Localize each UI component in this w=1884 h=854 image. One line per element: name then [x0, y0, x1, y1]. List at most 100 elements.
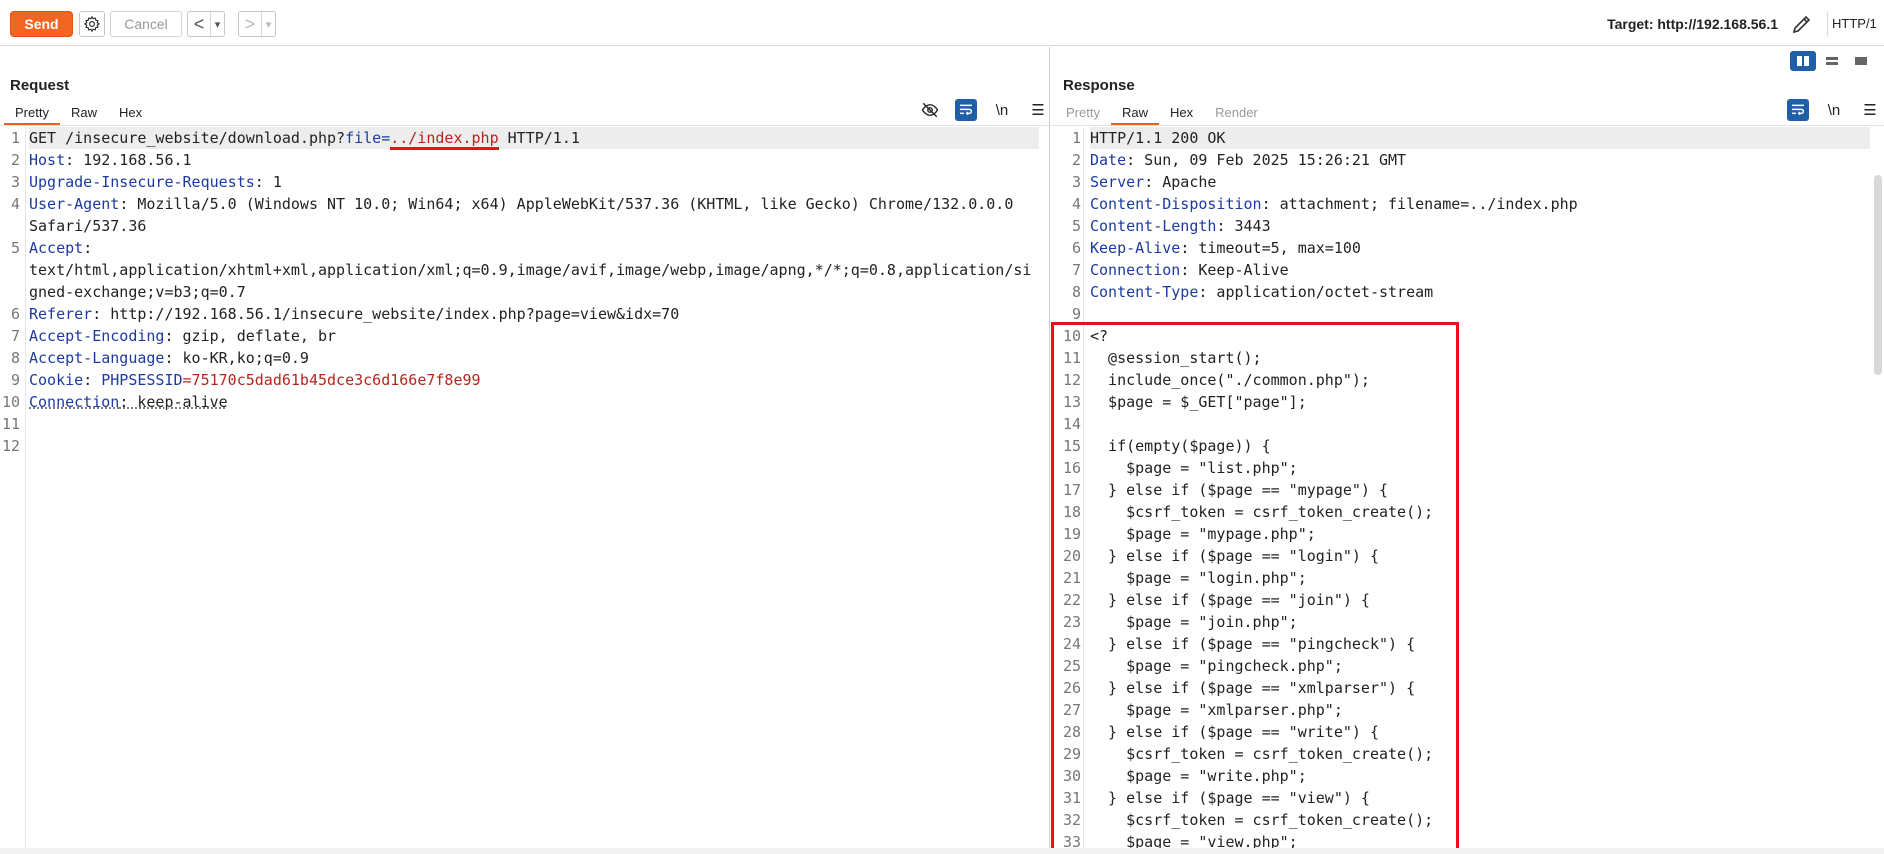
code-text: $page = $_GET["page"]; — [1090, 393, 1307, 411]
request-line-path: GET /insecure_website/download.php? — [29, 129, 346, 147]
response-title: Response — [1063, 77, 1135, 94]
response-menu-button[interactable]: ☰ — [1859, 99, 1881, 121]
header-value: : ko-KR,ko;q=0.9 — [164, 349, 309, 367]
code-line: 23 $page = "join.php"; — [1051, 611, 1884, 633]
request-editor-tools: \n ☰ — [919, 99, 1049, 121]
single-pane-icon — [1855, 57, 1867, 65]
request-line: 12 — [0, 435, 1049, 457]
line-text: Referer: http://192.168.56.1/insecure_we… — [29, 303, 679, 325]
line-number: 23 — [1062, 613, 1081, 631]
code-text: @session_start(); — [1090, 349, 1262, 367]
tab-hex[interactable]: Hex — [1159, 103, 1204, 125]
layout-side-by-side-button[interactable] — [1790, 51, 1816, 71]
edit-target-button[interactable] — [1790, 12, 1814, 36]
request-line-wrap: gned-exchange;v=b3;q=0.7 — [0, 281, 1049, 303]
line-number: 10 — [1, 393, 20, 411]
code-line: 11 @session_start(); — [1051, 347, 1884, 369]
cookie-value: =75170c5dad61b45dce3c6d166e7f8e99 — [182, 371, 481, 389]
code-line: 21 $page = "login.php"; — [1051, 567, 1884, 589]
code-line: 16 $page = "list.php"; — [1051, 457, 1884, 479]
horizontal-scrollbar[interactable] — [0, 848, 1884, 854]
header-name: Content-Length — [1090, 217, 1217, 235]
response-scrollbar[interactable] — [1874, 175, 1882, 375]
header-name: User-Agent — [29, 195, 120, 213]
header-value: : 3443 — [1216, 217, 1271, 235]
wrap-icon — [1792, 104, 1805, 116]
code-text: } else if ($page == "mypage") { — [1090, 481, 1389, 499]
line-number: 25 — [1062, 657, 1081, 675]
line-number: 15 — [1062, 437, 1081, 455]
show-newlines-button[interactable]: \n — [1823, 99, 1845, 121]
line-text: Accept-Encoding: gzip, deflate, br — [29, 325, 336, 347]
wrap-lines-button[interactable] — [1787, 99, 1809, 121]
header-value-continuation: text/html,application/xhtml+xml,applicat… — [29, 261, 1032, 279]
protocol-label[interactable]: HTTP/1 — [1832, 16, 1882, 31]
request-menu-button[interactable]: ☰ — [1027, 99, 1049, 121]
header-value: : http://192.168.56.1/insecure_website/i… — [92, 305, 680, 323]
request-pane: Request Pretty Raw Hex \n ☰ 1 GET /insec… — [0, 47, 1050, 854]
tab-pretty[interactable]: Pretty — [1055, 103, 1111, 125]
response-line: 4 Content-Disposition: attachment; filena… — [1051, 193, 1884, 215]
request-line: 1 GET /insecure_website/download.php?fil… — [0, 127, 1049, 150]
show-newlines-button[interactable]: \n — [991, 99, 1013, 121]
request-line: 10 Connection: keep-alive — [0, 391, 1049, 413]
response-editor[interactable]: 1 HTTP/1.1 200 OK 2 Date: Sun, 09 Feb 202… — [1051, 127, 1884, 854]
code-line: 13 $page = $_GET["page"]; — [1051, 391, 1884, 413]
forward-history-dropdown[interactable]: ▾ — [261, 12, 275, 36]
line-number: 9 — [1071, 305, 1081, 323]
tab-pretty[interactable]: Pretty — [4, 103, 60, 125]
cookie-name: PHPSESSID — [101, 371, 183, 389]
request-line: 8 Accept-Language: ko-KR,ko;q=0.9 — [0, 347, 1049, 369]
layout-stacked-button[interactable] — [1819, 51, 1845, 71]
line-number: 6 — [10, 305, 20, 323]
line-number: 21 — [1062, 569, 1081, 587]
code-text: } else if ($page == "pingcheck") { — [1090, 635, 1416, 653]
line-number: 4 — [10, 195, 20, 213]
layout-toggle-group — [1790, 51, 1874, 71]
request-editor[interactable]: 1 GET /insecure_website/download.php?fil… — [0, 127, 1049, 854]
line-number: 18 — [1062, 503, 1081, 521]
response-line: 2 Date: Sun, 09 Feb 2025 15:26:21 GMT — [1051, 149, 1884, 171]
response-line: 7 Connection: Keep-Alive — [1051, 259, 1884, 281]
code-line: 19 $page = "mypage.php"; — [1051, 523, 1884, 545]
code-text: $page = "pingcheck.php"; — [1090, 657, 1343, 675]
code-line: 14 — [1051, 413, 1884, 435]
line-number: 31 — [1062, 789, 1081, 807]
top-toolbar: Send Cancel < ▾ > ▾ Target: http://192.1… — [0, 0, 1884, 46]
header-value: : Sun, 09 Feb 2025 15:26:21 GMT — [1126, 151, 1407, 169]
forward-button[interactable]: > — [239, 12, 261, 36]
line-number: 4 — [1071, 195, 1081, 213]
tab-raw[interactable]: Raw — [60, 103, 108, 125]
line-number: 3 — [1071, 173, 1081, 191]
response-pane: Response Pretty Raw Hex Render \n ☰ 1 HT… — [1051, 47, 1884, 854]
code-text: $page = "write.php"; — [1090, 767, 1307, 785]
line-number: 10 — [1062, 327, 1081, 345]
line-text: Upgrade-Insecure-Requests: 1 — [29, 171, 282, 193]
tab-hex[interactable]: Hex — [108, 103, 153, 125]
code-text: } else if ($page == "view") { — [1090, 789, 1370, 807]
settings-button[interactable] — [79, 11, 105, 37]
rows-icon — [1826, 57, 1838, 65]
back-button[interactable]: < — [188, 12, 210, 36]
tab-render[interactable]: Render — [1204, 103, 1269, 125]
code-line: 22 } else if ($page == "join") { — [1051, 589, 1884, 611]
cancel-button[interactable]: Cancel — [110, 11, 182, 37]
line-number: 28 — [1062, 723, 1081, 741]
line-text: Content-Type: application/octet-stream — [1090, 281, 1433, 303]
line-number: 8 — [1071, 283, 1081, 301]
header-value: : timeout=5, max=100 — [1180, 239, 1361, 257]
code-text: } else if ($page == "write") { — [1090, 723, 1379, 741]
code-text: } else if ($page == "login") { — [1090, 547, 1379, 565]
request-line: 9 Cookie: PHPSESSID=75170c5dad61b45dce3c… — [0, 369, 1049, 391]
send-button[interactable]: Send — [10, 11, 73, 37]
header-value: : — [83, 371, 102, 389]
layout-tabs-button[interactable] — [1848, 51, 1874, 71]
hide-nonprinting-button[interactable] — [919, 99, 941, 121]
tab-raw[interactable]: Raw — [1110, 103, 1159, 125]
code-text: if(empty($page)) { — [1090, 437, 1271, 455]
line-number: 27 — [1062, 701, 1081, 719]
wrap-lines-button[interactable] — [955, 99, 977, 121]
header-value: : Keep-Alive — [1180, 261, 1289, 279]
request-line-wrap: Safari/537.36 — [0, 215, 1049, 237]
back-history-dropdown[interactable]: ▾ — [210, 12, 224, 36]
